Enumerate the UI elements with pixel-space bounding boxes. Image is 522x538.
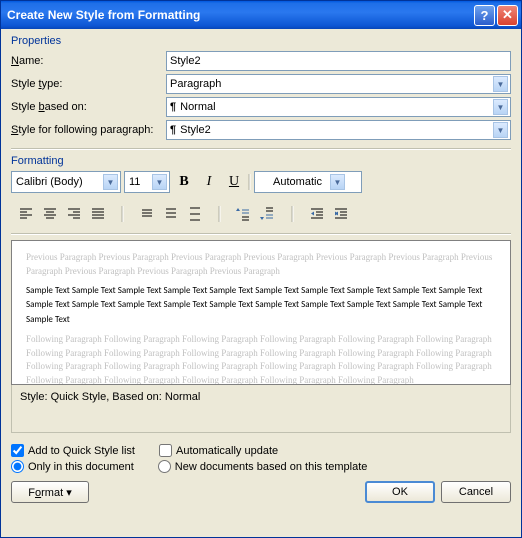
align-right-button[interactable] (63, 203, 85, 225)
divider (11, 148, 511, 149)
preview-after: Following Paragraph Following Paragraph … (26, 333, 496, 385)
font-color-select[interactable]: Automatic▼ (254, 171, 362, 193)
font-size-select[interactable]: 11▼ (124, 171, 170, 193)
dropdown-icon: ▼ (103, 174, 118, 190)
align-justify-button[interactable] (87, 203, 109, 225)
based-on-value: ¶Normal (170, 101, 216, 113)
dropdown-icon: ▼ (152, 174, 167, 190)
ok-button[interactable]: OK (365, 481, 435, 503)
underline-button[interactable]: U (223, 171, 245, 193)
line-spacing-1-button[interactable] (136, 203, 158, 225)
align-center-button[interactable] (39, 203, 61, 225)
only-document-radio[interactable]: Only in this document (11, 460, 134, 473)
window-title: Create New Style from Formatting (7, 8, 472, 22)
style-type-select[interactable]: Paragraph ▼ (166, 74, 511, 94)
italic-button[interactable]: I (198, 171, 220, 193)
dropdown-icon: ▼ (493, 122, 508, 138)
cancel-button[interactable]: Cancel (441, 481, 511, 503)
style-type-label: Style type: (11, 78, 166, 90)
preview-sample: Sample Text Sample Text Sample Text Samp… (26, 284, 496, 327)
name-input[interactable] (166, 51, 511, 71)
titlebar: Create New Style from Formatting ? ✕ (1, 1, 521, 29)
help-button[interactable]: ? (474, 5, 495, 26)
new-documents-radio[interactable]: New documents based on this template (158, 460, 368, 473)
line-spacing-2-button[interactable] (184, 203, 206, 225)
separator (291, 204, 294, 224)
align-left-button[interactable] (15, 203, 37, 225)
following-select[interactable]: ¶Style2 ▼ (166, 120, 511, 140)
space-before-button[interactable] (233, 203, 255, 225)
close-button[interactable]: ✕ (497, 5, 518, 26)
preview-before: Previous Paragraph Previous Paragraph Pr… (26, 251, 496, 278)
increase-indent-button[interactable] (330, 203, 352, 225)
following-label: Style for following paragraph: (11, 124, 166, 136)
format-button[interactable]: Format ▾ (11, 481, 89, 503)
following-value: ¶Style2 (170, 124, 211, 136)
space-after-button[interactable] (257, 203, 279, 225)
properties-label: Properties (11, 35, 511, 47)
add-quick-style-check[interactable]: Add to Quick Style list (11, 444, 135, 457)
formatting-label: Formatting (11, 155, 511, 167)
dialog-content: Properties Name: Style type: Paragraph ▼… (1, 29, 521, 511)
based-on-select[interactable]: ¶Normal ▼ (166, 97, 511, 117)
separator (121, 204, 124, 224)
font-select[interactable]: Calibri (Body)▼ (11, 171, 121, 193)
based-on-label: Style based on: (11, 101, 166, 113)
dropdown-icon: ▼ (493, 99, 508, 115)
dropdown-icon: ▼ (330, 174, 345, 190)
separator (218, 204, 221, 224)
line-spacing-15-button[interactable] (160, 203, 182, 225)
decrease-indent-button[interactable] (306, 203, 328, 225)
style-description: Style: Quick Style, Based on: Normal (11, 385, 511, 433)
dropdown-icon: ▼ (493, 76, 508, 92)
auto-update-check[interactable]: Automatically update (159, 444, 278, 457)
bold-button[interactable]: B (173, 171, 195, 193)
preview-box: Previous Paragraph Previous Paragraph Pr… (11, 240, 511, 385)
style-type-value: Paragraph (170, 78, 221, 90)
name-label: Name: (11, 55, 166, 67)
separator (248, 172, 251, 192)
